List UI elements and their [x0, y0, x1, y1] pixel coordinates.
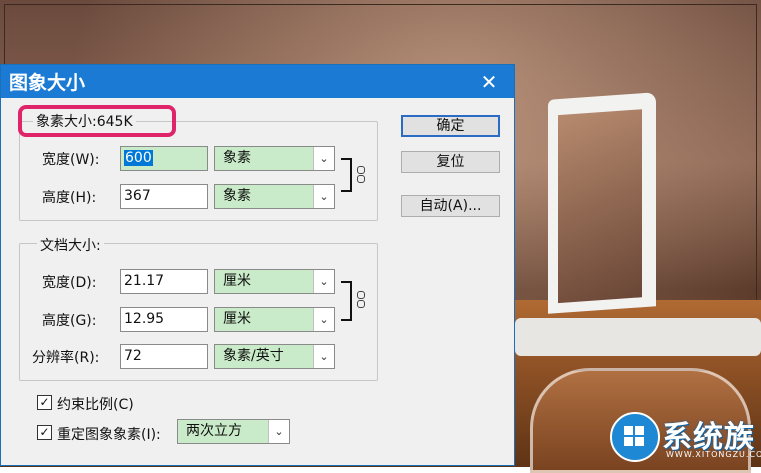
chevron-down-icon: ⌄ [313, 270, 334, 293]
chevron-down-icon: ⌄ [268, 420, 289, 443]
pixel-height-label: 高度(H): [42, 190, 97, 206]
close-button[interactable]: ✕ [473, 69, 505, 95]
chevron-down-icon: ⌄ [313, 185, 334, 208]
watermark-url: WWW.XITONGZU.COM [666, 450, 761, 459]
windows-logo-icon [610, 412, 660, 462]
doc-height-input[interactable]: 12.95 [120, 307, 208, 332]
doc-height-unit-select[interactable]: 厘米 ⌄ [214, 307, 335, 332]
pixel-height-input[interactable]: 367 [120, 184, 208, 209]
laptop-base [515, 318, 761, 356]
chevron-down-icon: ⌄ [313, 308, 334, 331]
resolution-input[interactable]: 72 [120, 344, 208, 369]
resample-label[interactable]: 重定图象象素(I): [57, 424, 161, 444]
link-chain-icon [357, 166, 365, 183]
chevron-down-icon: ⌄ [313, 345, 334, 368]
dialog-title: 图象大小 [9, 72, 86, 94]
resolution-label: 分辨率(R): [32, 350, 100, 366]
resample-checkbox[interactable]: ✓ [37, 425, 52, 440]
doc-height-label: 高度(G): [42, 313, 97, 329]
pixel-width-unit-select[interactable]: 象素 ⌄ [214, 146, 335, 171]
doc-width-label: 宽度(D): [42, 275, 97, 291]
doc-width-input[interactable]: 21.17 [120, 269, 208, 294]
pixel-height-unit-select[interactable]: 象素 ⌄ [214, 184, 335, 209]
link-chain-icon [357, 291, 365, 308]
auto-button[interactable]: 自动(A)... [401, 195, 500, 217]
doc-constrain-bracket [341, 281, 352, 321]
constrain-bracket [341, 158, 352, 192]
doc-width-unit-select[interactable]: 厘米 ⌄ [214, 269, 335, 294]
reset-button[interactable]: 复位 [401, 151, 500, 173]
image-size-dialog: 图象大小 ✕ 象素大小:645K 宽度(W): 600 象素 ⌄ 高度(H): … [0, 64, 515, 466]
chevron-down-icon: ⌄ [313, 147, 334, 170]
highlight-box [18, 105, 176, 137]
pixel-width-label: 宽度(W): [42, 152, 100, 168]
constrain-proportions-label[interactable]: 约束比例(C) [57, 394, 134, 414]
constrain-proportions-checkbox[interactable]: ✓ [37, 395, 52, 410]
laptop-screen [548, 92, 656, 314]
ok-button[interactable]: 确定 [401, 115, 500, 137]
pixel-width-input[interactable]: 600 [120, 146, 208, 171]
resolution-unit-select[interactable]: 象素/英寸 ⌄ [214, 344, 335, 369]
watermark: 系统族 WWW.XITONGZU.COM [610, 410, 761, 467]
document-size-legend: 文档大小: [37, 235, 104, 255]
titlebar[interactable]: 图象大小 ✕ [1, 65, 514, 98]
close-icon: ✕ [480, 70, 498, 94]
resample-method-select[interactable]: 两次立方 ⌄ [177, 419, 290, 444]
